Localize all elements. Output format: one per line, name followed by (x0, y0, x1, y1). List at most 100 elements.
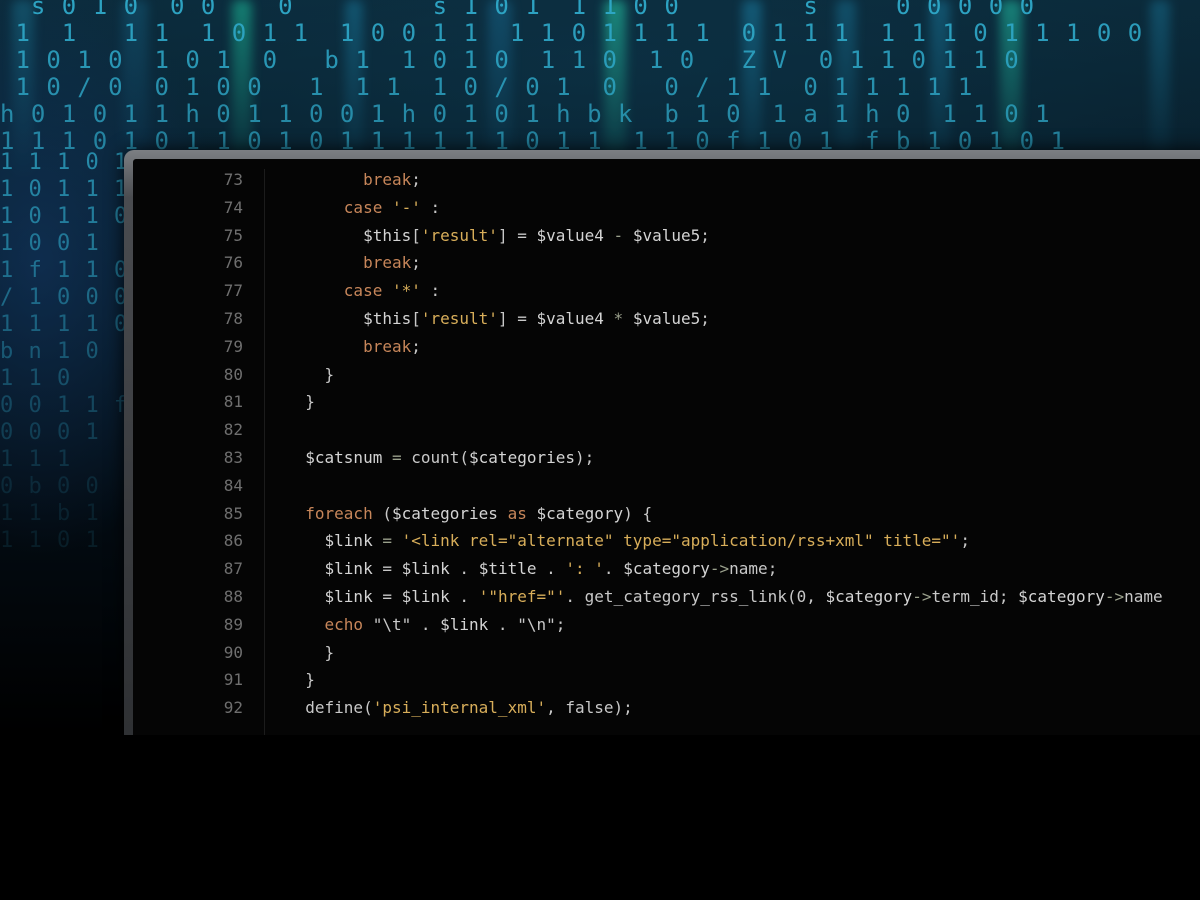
line-number: 74 (223, 197, 243, 217)
code-line[interactable]: case '-' : (286, 194, 1200, 222)
code-line[interactable]: break; (286, 333, 1200, 361)
code-line[interactable]: $link = '<link rel="alternate" type="app… (286, 527, 1200, 555)
matrix-glyph-row: 1 1 1 1 1 0 1 1 1 0 0 1 1 1 1 0 1 1 1 1 … (0, 19, 1144, 47)
code-line[interactable]: define('psi_internal_xml', false); (286, 694, 1200, 722)
line-number: 91 (223, 670, 243, 690)
code-line[interactable]: break; (286, 166, 1200, 194)
code-token: name; (729, 559, 778, 579)
matrix-glyph-row: 1 1 b 1 (0, 501, 100, 526)
matrix-glyph-row: 1 0 1 0 1 0 1 0 b 1 1 0 1 0 1 1 0 1 0 Z … (0, 46, 1020, 74)
code-line[interactable]: } (286, 639, 1200, 667)
keyword-token: echo (324, 614, 364, 634)
code-line[interactable]: $link = $link . '"href="'. get_category_… (286, 583, 1200, 611)
code-line[interactable] (286, 472, 1200, 500)
operator-token: * (603, 308, 633, 328)
code-line[interactable]: foreach ($categories as $category) { (286, 500, 1200, 528)
code-line[interactable]: } (286, 388, 1200, 416)
operator-token: - (603, 225, 633, 245)
operator-token: -> (709, 559, 730, 579)
line-number: 84 (223, 475, 243, 495)
code-line[interactable]: } (286, 666, 1200, 694)
variable-token: $title (478, 559, 537, 579)
code-area[interactable]: break; case '-' : $this['result'] = $val… (286, 166, 1200, 722)
matrix-glyph-row: / 1 0 0 0 (0, 285, 129, 310)
keyword-token: foreach (305, 503, 373, 523)
matrix-glyph-row: 1 f 1 1 0 (0, 258, 129, 283)
line-number: 82 (223, 420, 243, 440)
matrix-glyph-row: h 0 1 0 1 1 h 0 1 1 0 0 1 h 0 1 0 1 h b … (0, 100, 1051, 128)
code-line[interactable]: $link = $link . $title . ': '. $category… (286, 555, 1200, 583)
variable-token: $categories (469, 447, 575, 467)
line-number: 76 (223, 253, 243, 273)
stage: s 0 1 0 0 0 0 s 1 0 1 1 1 0 0 s 0 0 0 0 … (0, 0, 1200, 900)
code-line[interactable]: } (286, 361, 1200, 389)
matrix-glyph-row: 1 1 1 (0, 447, 72, 472)
operator-token: -> (912, 586, 932, 606)
code-line[interactable]: break; (286, 249, 1200, 277)
code-line[interactable]: case '*' : (286, 277, 1200, 305)
matrix-glyph-row: 0 0 0 1 (0, 420, 100, 445)
code-line[interactable]: $this['result'] = $value4 - $value5; (286, 222, 1200, 250)
code-token: } (286, 364, 335, 384)
code-line[interactable]: $this['result'] = $value4 * $value5; (286, 305, 1200, 333)
code-token: = (372, 586, 402, 606)
code-token: ] = (497, 225, 537, 245)
variable-token: $category (623, 559, 710, 579)
code-token: } (286, 642, 335, 662)
code-token: ( (372, 503, 392, 523)
keyword-token: break (363, 336, 412, 356)
string-token: 'psi_internal_xml' (372, 698, 547, 718)
variable-token: $value5 (632, 308, 701, 328)
variable-token: $value4 (536, 308, 604, 328)
dark-lower-area (0, 735, 1200, 900)
line-number: 85 (223, 503, 243, 523)
code-line[interactable]: $catsnum = count($categories); (286, 444, 1200, 472)
code-token: term_id; (931, 586, 1019, 606)
code-token: } (286, 670, 315, 690)
variable-token: $category (825, 586, 913, 606)
code-token: . (449, 559, 479, 579)
variable-token: $this (363, 308, 412, 328)
code-token: . "\n"; (488, 614, 566, 634)
matrix-glyph-row: 1 1 1 0 1 1 (0, 150, 129, 175)
code-token: ; (960, 531, 970, 551)
string-token: '"href="' (478, 586, 566, 606)
code-line[interactable]: echo "\t" . $link . "\n"; (286, 611, 1200, 639)
string-token: 'result' (420, 308, 498, 328)
matrix-glyph-row: 1 1 0 (0, 366, 72, 391)
line-number: 89 (223, 614, 243, 634)
gutter-divider (264, 169, 265, 739)
variable-token: $link (324, 559, 373, 579)
line-number: 79 (223, 336, 243, 356)
code-token: . (536, 559, 566, 579)
code-line[interactable] (286, 416, 1200, 444)
code-editor-screen: 73 74 75 76 77 78 79 80 81 82 83 84 85 86 87 88 89 90 91 92… (133, 159, 1200, 750)
variable-token: $value5 (632, 225, 701, 245)
matrix-glyph-row: 1 1 0 1 (0, 528, 100, 553)
string-token: 'result' (420, 225, 498, 245)
keyword-token: as (507, 503, 527, 523)
variable-token: $category (1018, 586, 1105, 606)
variable-token: $link (324, 531, 373, 551)
line-number: 87 (223, 559, 243, 579)
operator-token: -> (1104, 586, 1125, 606)
operator-token: = (382, 447, 412, 467)
code-token: } (286, 392, 315, 412)
code-token: ); (575, 447, 595, 467)
string-token: ': ' (565, 559, 604, 579)
string-token: '-' (391, 197, 421, 217)
line-number: 83 (223, 447, 243, 467)
line-number: 73 (223, 170, 243, 189)
variable-token: $link (324, 586, 373, 606)
